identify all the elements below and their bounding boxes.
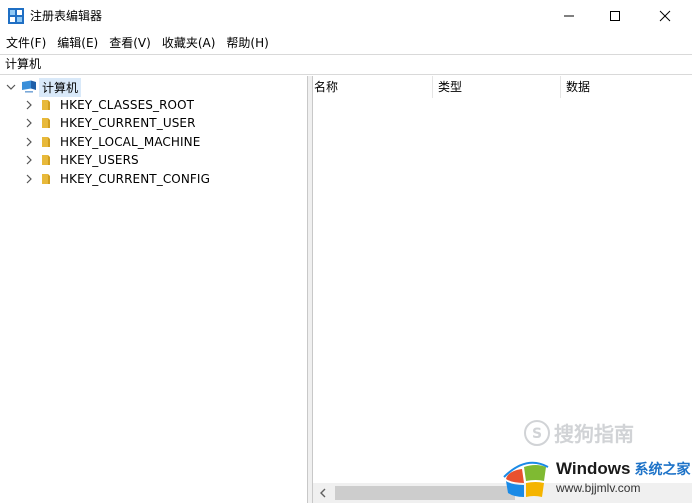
key-tree-pane[interactable]: 计算机 HKEY_CLASSES_ROOT HKEY_CURRENT_USER … — [0, 76, 308, 503]
close-button[interactable] — [642, 0, 688, 32]
column-header-name[interactable]: 名称 — [313, 76, 433, 98]
chevron-right-icon[interactable] — [22, 135, 36, 149]
folder-icon — [38, 97, 56, 113]
title-bar[interactable]: 注册表编辑器 — [0, 0, 692, 32]
column-header-data[interactable]: 数据 — [561, 76, 692, 98]
tree-node-label: HKEY_USERS — [60, 153, 139, 167]
sogou-watermark-text: 搜狗指南 — [554, 422, 634, 446]
sogou-logo-icon: S — [524, 419, 550, 446]
tree-node-label: HKEY_CURRENT_USER — [60, 116, 196, 130]
window-title: 注册表编辑器 — [30, 9, 103, 23]
menu-view[interactable]: 查看(V) — [109, 35, 151, 51]
tree-node-hkey-local-machine[interactable]: HKEY_LOCAL_MACHINE — [22, 133, 200, 151]
chevron-right-icon[interactable] — [22, 98, 36, 112]
svg-text:S: S — [532, 426, 542, 442]
menu-file[interactable]: 文件(F) — [6, 35, 46, 51]
windows-watermark: Windows 系统之家 www.bjjmlv.com — [498, 450, 692, 503]
tree-node-hkey-current-config[interactable]: HKEY_CURRENT_CONFIG — [22, 170, 210, 188]
tree-node-hkey-current-user[interactable]: HKEY_CURRENT_USER — [22, 114, 196, 132]
maximize-icon — [610, 11, 620, 21]
windows-zh-text: 系统之家 — [634, 460, 691, 477]
tree-node-label: HKEY_CURRENT_CONFIG — [60, 172, 210, 186]
folder-icon — [38, 134, 56, 150]
tree-node-hkey-users[interactable]: HKEY_USERS — [22, 151, 139, 169]
address-bar[interactable]: 计算机 — [0, 54, 692, 75]
windows-brand-text: Windows — [556, 458, 631, 478]
folder-icon — [38, 152, 56, 168]
windows-logo-icon — [503, 461, 549, 497]
tree-node-hkey-classes-root[interactable]: HKEY_CLASSES_ROOT — [22, 96, 194, 114]
tree-node-label: 计算机 — [39, 77, 82, 97]
folder-icon — [38, 171, 56, 187]
regedit-icon — [8, 8, 24, 24]
chevron-right-icon[interactable] — [22, 153, 36, 167]
chevron-left-icon — [320, 488, 326, 498]
maximize-button[interactable] — [592, 0, 638, 32]
computer-icon — [20, 79, 38, 95]
folder-icon — [38, 115, 56, 131]
sogou-watermark: S 搜狗指南 — [524, 418, 634, 447]
chevron-right-icon[interactable] — [22, 116, 36, 130]
tree-node-computer[interactable]: 计算机 — [4, 77, 82, 97]
close-icon — [659, 10, 671, 22]
menu-help[interactable]: 帮助(H) — [226, 35, 268, 51]
value-list-pane[interactable]: 名称 类型 数据 — [313, 76, 692, 503]
column-header-type[interactable]: 类型 — [433, 76, 561, 98]
chevron-right-icon[interactable] — [22, 172, 36, 186]
menu-edit[interactable]: 编辑(E) — [57, 35, 98, 51]
windows-url-text: www.bjjmlv.com — [556, 480, 641, 495]
scroll-thumb[interactable] — [335, 486, 515, 500]
minimize-icon — [564, 15, 574, 17]
menu-bar: 文件(F) 编辑(E) 查看(V) 收藏夹(A) 帮助(H) — [0, 33, 692, 53]
scroll-left-button[interactable] — [315, 485, 331, 501]
windows-brand-line: Windows 系统之家 — [556, 459, 690, 479]
minimize-button[interactable] — [546, 0, 592, 32]
chevron-down-icon[interactable] — [4, 80, 18, 94]
menu-favorites[interactable]: 收藏夹(A) — [162, 35, 216, 51]
tree-node-label: HKEY_CLASSES_ROOT — [60, 98, 195, 112]
tree-node-label: HKEY_LOCAL_MACHINE — [60, 135, 201, 149]
